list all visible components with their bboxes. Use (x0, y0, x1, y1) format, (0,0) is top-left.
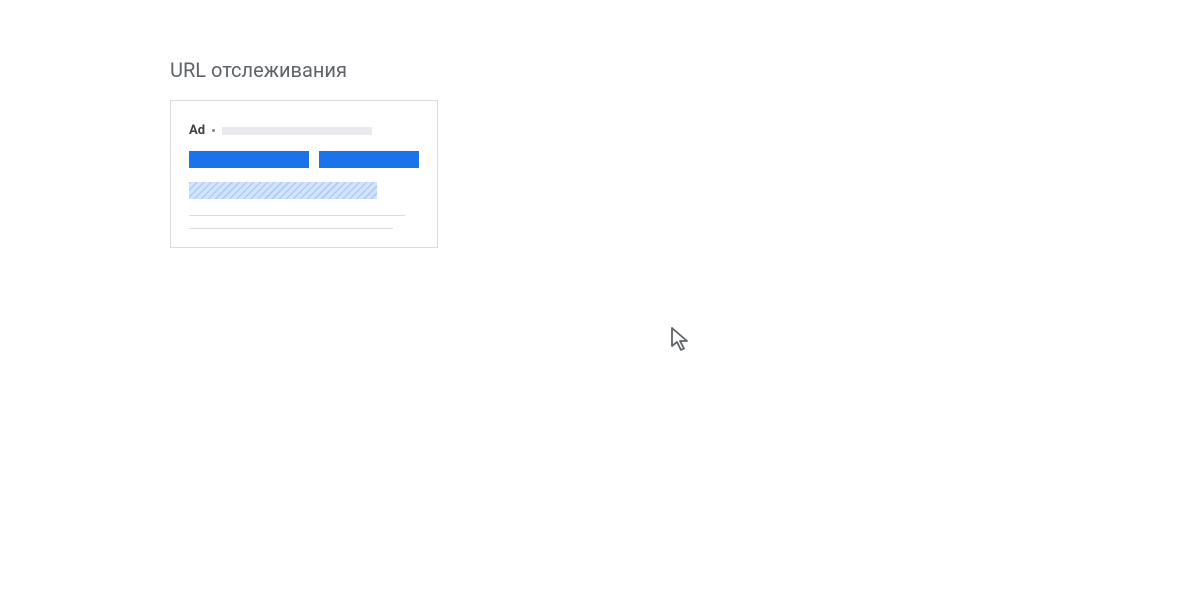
headline-row (189, 151, 419, 168)
description-line-2 (189, 228, 393, 229)
ad-badge: Ad (189, 123, 205, 138)
display-url-placeholder (222, 127, 372, 135)
description-line-1 (189, 215, 405, 216)
ad-preview-card: Ad (170, 100, 438, 248)
ad-header-row: Ad (189, 123, 419, 138)
separator-dot (212, 129, 215, 132)
headline-placeholder-2 (319, 151, 419, 168)
section-title: URL отслеживания (170, 58, 438, 82)
headline-placeholder-1 (189, 151, 309, 168)
cursor-icon (671, 327, 693, 353)
ad-url-tracking-section: URL отслеживания Ad (170, 58, 438, 248)
tracking-url-highlight (189, 182, 377, 199)
